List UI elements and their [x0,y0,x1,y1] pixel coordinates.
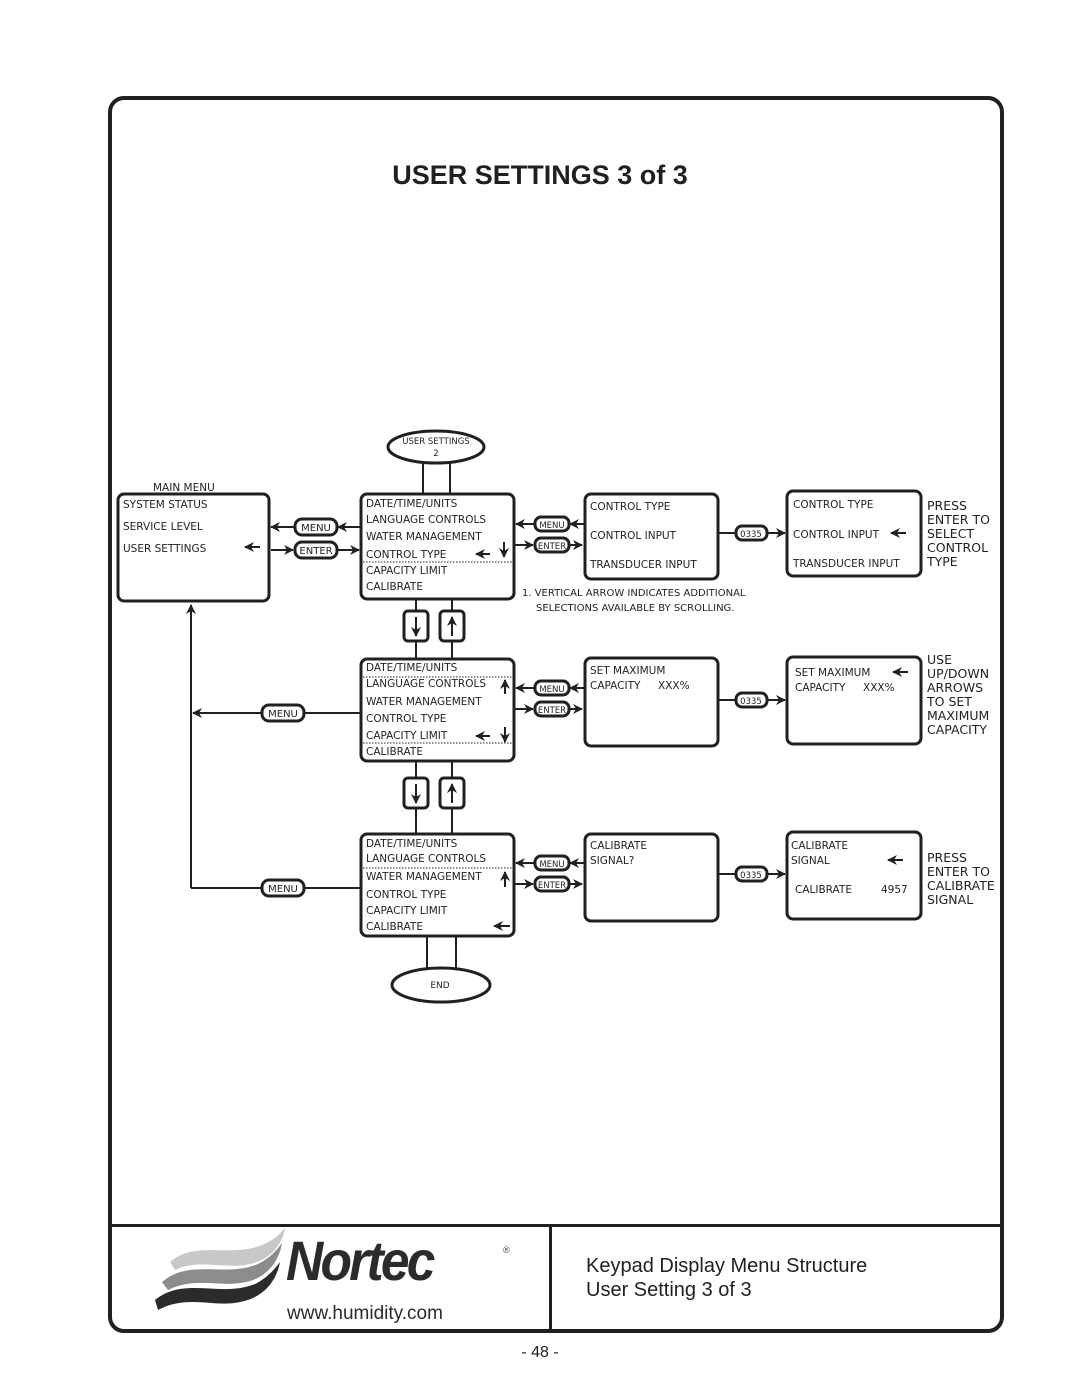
menu3-item-water: WATER MANAGEMENT [366,871,482,883]
row3-instruction-1: PRESS [927,850,967,865]
menu1-item-capacity: CAPACITY LIMIT [366,565,448,577]
footer-description-line1: Keypad Display Menu Structure [586,1255,868,1277]
enter-key-label: ENTER [299,546,332,557]
row2-b-value: XXX% [863,682,895,694]
start-node-label-1: USER SETTINGS [402,437,469,447]
row1-b-line2: CONTROL INPUT [793,529,880,541]
row3-b-value: 4957 [881,884,908,896]
menu-key-label: MENU [539,685,564,695]
menu1-item-date: DATE/TIME/UNITS [366,498,458,510]
note-line2: SELECTIONS AVAILABLE BY SCROLLING. [536,603,735,614]
row1-b-line3: TRANSDUCER INPUT [792,558,900,570]
row2-instruction-6: CAPACITY [927,722,987,737]
enter-key-label: ENTER [538,881,566,891]
menu1-item-control-type: CONTROL TYPE [366,549,446,561]
menu3-item-calibrate: CALIBRATE [366,921,423,933]
password-key-label: 0335 [740,871,762,881]
menu2-item-control-type: CONTROL TYPE [366,713,446,725]
footer-vertical-divider [549,1226,552,1331]
menu-key-label: MENU [539,860,564,870]
main-menu-item-user-settings: USER SETTINGS [123,543,207,555]
menu-structure-diagram: USER SETTINGS 2 MAIN MENU SYSTEM STATUS … [116,429,995,1310]
footer-description: Keypad Display Menu Structure User Setti… [586,1254,867,1302]
menu2-item-calibrate: CALIBRATE [366,746,423,758]
note-line1: 1. VERTICAL ARROW INDICATES ADDITIONAL [522,588,746,599]
row2-instruction-4: TO SET [926,694,972,709]
row1-a-line1: CONTROL TYPE [590,501,670,513]
menu-key-label: MENU [301,523,331,534]
password-key-label: 0335 [740,530,762,540]
row1-a-line2: CONTROL INPUT [590,530,677,542]
start-node-label-2: 2 [433,449,438,459]
enter-key-label: ENTER [538,706,566,716]
row3-b-line2: SIGNAL [791,855,830,867]
row1-b-line1: CONTROL TYPE [793,499,873,511]
row1-instruction-3: SELECT [927,526,974,541]
row1-instruction-5: TYPE [926,554,958,569]
row2-instruction-1: USE [927,652,952,667]
row2-instruction-5: MAXIMUM [927,708,989,723]
menu2-item-date: DATE/TIME/UNITS [366,662,458,674]
main-menu-label: MAIN MENU [153,482,215,494]
row3-b-line1: CALIBRATE [791,840,848,852]
row3-instruction-4: SIGNAL [927,892,973,907]
menu3-item-date: DATE/TIME/UNITS [366,838,458,850]
end-node-label: END [430,981,449,991]
menu-key-label: MENU [268,709,298,720]
enter-key-label: ENTER [538,542,566,552]
row2-a-label: CAPACITY [590,680,641,692]
row2-instruction-2: UP/DOWN [927,666,989,681]
main-menu-item-system-status: SYSTEM STATUS [123,499,208,511]
menu1-item-language: LANGUAGE CONTROLS [366,514,486,526]
row2-b-line1: SET MAXIMUM [795,667,870,679]
menu1-item-calibrate: CALIBRATE [366,581,423,593]
nortec-wave-icon [155,1228,285,1310]
menu3-item-control-type: CONTROL TYPE [366,889,446,901]
row1-a-line3: TRANSDUCER INPUT [589,559,697,571]
menu2-item-language: LANGUAGE CONTROLS [366,678,486,690]
row1-instruction-2: ENTER TO [927,512,990,527]
row1-instruction-1: PRESS [927,498,967,513]
menu-key-label: MENU [268,884,298,895]
footer-divider [108,1224,1004,1227]
website-url: www.humidity.com [287,1303,443,1324]
nortec-logo: Nortec [286,1229,435,1292]
row3-a-line1: CALIBRATE [590,840,647,852]
menu2-item-water: WATER MANAGEMENT [366,696,482,708]
row2-a-line1: SET MAXIMUM [590,665,665,677]
row1-instruction-4: CONTROL [927,540,988,555]
password-key-label: 0335 [740,697,762,707]
row3-b-label: CALIBRATE [795,884,852,896]
row3-instruction-2: ENTER TO [927,864,990,879]
registered-mark: ® [503,1245,510,1255]
row2-a-value: XXX% [658,680,690,692]
menu2-item-capacity: CAPACITY LIMIT [366,730,448,742]
row2-instruction-3: ARROWS [927,680,983,695]
menu1-item-water: WATER MANAGEMENT [366,531,482,543]
row3-a-line2: SIGNAL? [590,855,634,867]
page-number: - 48 - [521,1344,559,1361]
footer-description-line2: User Setting 3 of 3 [586,1279,752,1301]
menu3-item-capacity: CAPACITY LIMIT [366,905,448,917]
main-menu-item-service-level: SERVICE LEVEL [123,521,203,533]
menu-key-label: MENU [539,521,564,531]
menu3-item-language: LANGUAGE CONTROLS [366,853,486,865]
row3-instruction-3: CALIBRATE [927,878,995,893]
row2-b-label: CAPACITY [795,682,846,694]
